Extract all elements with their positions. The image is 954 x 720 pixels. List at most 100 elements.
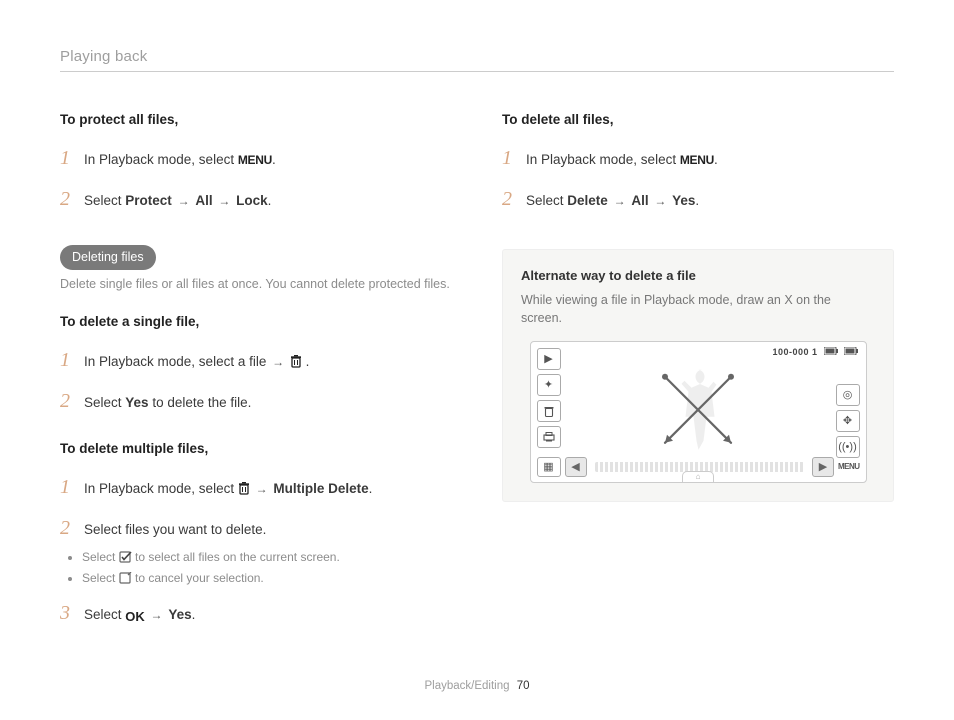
page-number: 70: [517, 680, 530, 692]
step-text-post: .: [695, 193, 699, 208]
single-step-2: 2 Select Yes to delete the file.: [60, 386, 452, 417]
bold-word: All: [631, 193, 648, 208]
step-text-post: .: [714, 152, 718, 167]
bold-word: Delete: [567, 193, 608, 208]
wifi-icon: ((•)): [836, 436, 860, 458]
step-number: 3: [60, 598, 74, 629]
arrow-icon: →: [270, 355, 286, 369]
arrow-icon: →: [216, 194, 232, 208]
step-number: 2: [502, 184, 516, 215]
step-number: 2: [60, 184, 74, 215]
status-code: 100-000 1: [772, 346, 817, 360]
step-text-pre: In Playback mode, select a file: [84, 354, 270, 369]
arrow-icon: →: [652, 194, 668, 208]
right-column: To delete all files, 1 In Playback mode,…: [502, 102, 894, 639]
select-all-icon: [119, 550, 135, 564]
step-text: Select files you want to delete.: [84, 520, 452, 541]
step-number: 1: [60, 472, 74, 503]
disc-icon: ◎: [836, 384, 860, 406]
trash-icon: [238, 481, 254, 496]
menu-label: MENU: [838, 461, 860, 473]
grid-icon: ▦: [537, 457, 561, 477]
step-text-post: .: [192, 607, 196, 622]
note-title: Alternate way to delete a file: [521, 266, 875, 286]
left-column: To protect all files, 1 In Playback mode…: [60, 102, 452, 639]
step-text-pre: Select: [526, 193, 567, 208]
delete-single-head: To delete a single file,: [60, 312, 452, 333]
play-icon: ▶: [537, 348, 561, 370]
right-toolbar: ◎ ✥ ((•)): [836, 384, 860, 458]
status-bar: 100-000 1: [772, 346, 857, 360]
bold-word: Yes: [125, 395, 148, 410]
section-desc: Delete single files or all files at once…: [60, 276, 452, 294]
delete-all-step-1: 1 In Playback mode, select MENU.: [502, 143, 894, 174]
step-number: 1: [60, 345, 74, 376]
battery-icon: [844, 346, 858, 360]
menu-icon: MENU: [680, 151, 714, 170]
next-icon: ▶: [812, 457, 834, 477]
step-text-post: .: [369, 481, 373, 496]
step-text-post: .: [272, 152, 276, 167]
print-icon: [537, 426, 561, 448]
protect-step-1: 1 In Playback mode, select MENU.: [60, 143, 452, 174]
step-number: 1: [502, 143, 516, 174]
bullet-post: to select all files on the current scree…: [135, 550, 340, 564]
step-text-post: to delete the file.: [149, 395, 252, 410]
arrow-icon: →: [149, 608, 165, 622]
section-pill: Deleting files: [60, 245, 156, 270]
section-header: Playing back: [60, 48, 894, 72]
bold-word: Yes: [168, 607, 191, 622]
bullet-pre: Select: [82, 571, 119, 585]
battery-icon: [824, 346, 838, 360]
bold-word: Yes: [672, 193, 695, 208]
arrow-icon: →: [176, 194, 192, 208]
footer-section: Playback/Editing: [424, 680, 509, 692]
cancel-select-icon: [119, 571, 135, 585]
center-gesture: [643, 355, 753, 465]
bold-word: Lock: [236, 193, 268, 208]
list-item: Select to cancel your selection.: [82, 569, 452, 588]
effects-icon: ✦: [537, 374, 561, 396]
step-text-pre: In Playback mode, select: [84, 481, 238, 496]
left-toolbar: ▶ ✦: [537, 348, 561, 448]
ok-icon: OK: [125, 609, 145, 624]
bullet-pre: Select: [82, 550, 119, 564]
bold-word: Multiple Delete: [273, 481, 368, 496]
note-body: While viewing a file in Playback mode, d…: [521, 292, 875, 327]
step-text-pre: Select: [84, 395, 125, 410]
page-footer: Playback/Editing 70: [0, 680, 954, 692]
list-item: Select to select all files on the curren…: [82, 548, 452, 567]
multi-step-1: 1 In Playback mode, select → Multiple De…: [60, 472, 452, 503]
bold-word: Protect: [125, 193, 172, 208]
step-text-pre: In Playback mode, select: [526, 152, 680, 167]
bullet-post: to cancel your selection.: [135, 571, 264, 585]
step-number: 1: [60, 143, 74, 174]
multi-step-2: 2 Select files you want to delete.: [60, 513, 452, 544]
step-number: 2: [60, 386, 74, 417]
trash-icon: [290, 354, 306, 369]
multi-bullets: Select to select all files on the curren…: [82, 548, 452, 588]
arrow-icon: →: [254, 482, 270, 496]
step-text-pre: Select: [84, 193, 125, 208]
note-box: Alternate way to delete a file While vie…: [502, 249, 894, 502]
multi-step-3: 3 Select OK → Yes.: [60, 598, 452, 629]
protect-all-head: To protect all files,: [60, 110, 452, 131]
step-number: 2: [60, 513, 74, 544]
draw-x-gesture-icon: [643, 355, 753, 465]
camera-screen-illustration: 100-000 1 ▶ ✦: [530, 341, 867, 483]
protect-step-2: 2 Select Protect → All → Lock.: [60, 184, 452, 215]
single-step-1: 1 In Playback mode, select a file → .: [60, 345, 452, 376]
home-tab-icon: ⌂: [682, 471, 714, 482]
menu-icon: MENU: [238, 151, 272, 170]
bold-word: All: [195, 193, 212, 208]
delete-all-head: To delete all files,: [502, 110, 894, 131]
trash-icon: [537, 400, 561, 422]
arrow-icon: →: [612, 194, 628, 208]
delete-all-step-2: 2 Select Delete → All → Yes.: [502, 184, 894, 215]
step-text-post: .: [306, 354, 310, 369]
delete-multi-head: To delete multiple files,: [60, 439, 452, 460]
step-text-pre: Select: [84, 607, 125, 622]
target-icon: ✥: [836, 410, 860, 432]
step-text-post: .: [268, 193, 272, 208]
step-text-pre: In Playback mode, select: [84, 152, 238, 167]
